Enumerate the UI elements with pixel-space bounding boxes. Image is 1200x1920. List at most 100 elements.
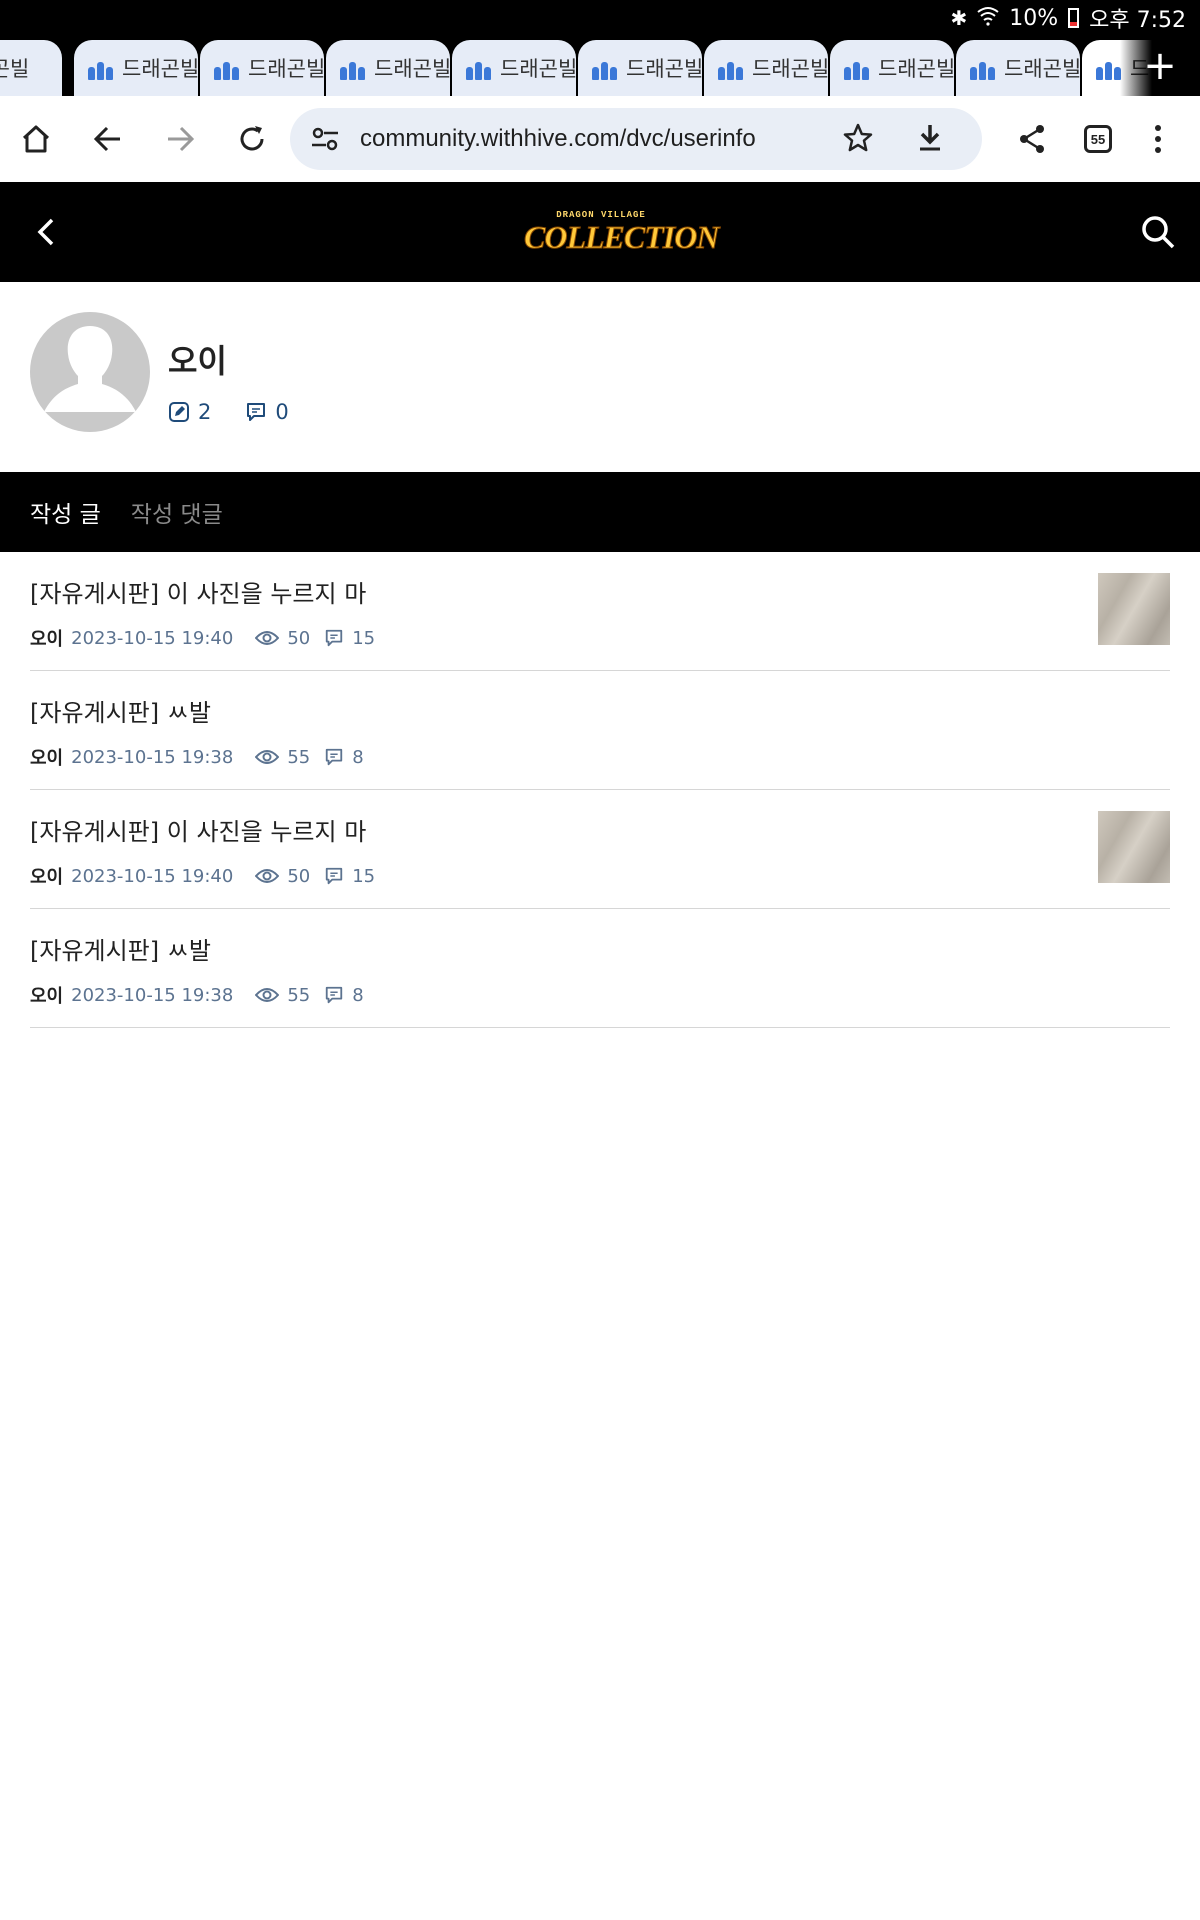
default-user-icon bbox=[44, 326, 136, 412]
tab-label: 드래곤빌 bbox=[374, 57, 450, 81]
arrow-right-icon bbox=[168, 126, 195, 152]
post-meta: 오이 2023-10-15 19:38 55 8 bbox=[30, 744, 378, 770]
browser-tab[interactable]: 드래곤빌 bbox=[326, 40, 450, 96]
bookmark-star-icon[interactable] bbox=[842, 122, 874, 158]
comment-icon bbox=[326, 629, 343, 647]
browser-toolbar: community.withhive.com/dvc/userinfo 55 bbox=[0, 96, 1200, 182]
battery-percent: 10% bbox=[1009, 5, 1059, 31]
forward-button[interactable] bbox=[150, 96, 210, 182]
home-button[interactable] bbox=[6, 96, 66, 182]
eye-icon bbox=[255, 869, 280, 883]
post-title[interactable]: [자유게시판] 이 사진을 누르지 마 bbox=[30, 812, 366, 847]
back-button[interactable] bbox=[26, 212, 66, 252]
post-date: 2023-10-15 19:38 bbox=[71, 984, 234, 1006]
post-item[interactable]: [자유게시판] 이 사진을 누르지 마 오이 2023-10-15 19:40 … bbox=[30, 790, 1170, 909]
browser-tab[interactable]: 드래곤빌 bbox=[0, 40, 62, 96]
profile-section: 오이 2 0 bbox=[0, 282, 1200, 472]
address-bar[interactable]: community.withhive.com/dvc/userinfo bbox=[290, 108, 982, 170]
site-favicon-icon bbox=[88, 56, 114, 80]
edit-post-icon bbox=[169, 402, 189, 422]
chevron-left-icon bbox=[37, 218, 54, 246]
post-count: 2 bbox=[198, 400, 212, 424]
back-button[interactable] bbox=[78, 96, 138, 182]
post-author: 오이 bbox=[30, 748, 64, 769]
download-icon[interactable] bbox=[914, 122, 946, 158]
browser-tab[interactable]: 드래곤빌 bbox=[830, 40, 954, 96]
comment-count: 8 bbox=[352, 984, 364, 1006]
comment-icon bbox=[247, 403, 266, 421]
site-settings-icon[interactable] bbox=[310, 126, 340, 152]
post-meta: 오이 2023-10-15 19:38 55 8 bbox=[30, 982, 378, 1008]
reload-button[interactable] bbox=[222, 96, 282, 182]
tab-label: 드래곤빌 bbox=[248, 57, 324, 81]
tab-comments[interactable]: 작성 댓글 bbox=[131, 495, 223, 529]
eye-icon bbox=[255, 988, 280, 1002]
tab-label: 드래곤빌 bbox=[1004, 57, 1080, 81]
post-item[interactable]: [자유게시판] ㅆ발 오이 2023-10-15 19:38 55 8 bbox=[30, 671, 1170, 790]
reload-icon bbox=[240, 126, 264, 151]
plus-icon: + bbox=[1143, 43, 1177, 89]
bluetooth-icon: ✱ bbox=[950, 6, 968, 30]
comment-icon bbox=[326, 986, 343, 1004]
profile-stats: 2 0 bbox=[168, 400, 315, 424]
post-author: 오이 bbox=[30, 986, 64, 1007]
comment-icon bbox=[326, 867, 343, 885]
post-meta: 오이 2023-10-15 19:40 50 15 bbox=[30, 625, 389, 651]
post-meta: 오이 2023-10-15 19:40 50 15 bbox=[30, 863, 389, 889]
browser-tab[interactable]: 드래곤빌 bbox=[452, 40, 576, 96]
view-count: 55 bbox=[287, 746, 311, 768]
comment-count: 0 bbox=[275, 400, 289, 424]
comment-count: 15 bbox=[352, 865, 376, 887]
tab-label: 드래곤빌 bbox=[626, 57, 702, 81]
site-logo[interactable]: DRAGON VILLAGE COLLECTION bbox=[524, 210, 720, 260]
browser-tab[interactable]: 드래곤빌 bbox=[704, 40, 828, 96]
post-item[interactable]: [자유게시판] ㅆ발 오이 2023-10-15 19:38 55 8 bbox=[30, 909, 1170, 1028]
avatar bbox=[30, 312, 150, 432]
comment-count: 8 bbox=[352, 746, 364, 768]
eye-icon bbox=[255, 631, 280, 645]
site-favicon-icon bbox=[340, 56, 366, 80]
tab-label: 드래곤빌 bbox=[878, 57, 954, 81]
browser-tab[interactable]: 드래곤빌 bbox=[956, 40, 1080, 96]
post-list: [자유게시판] 이 사진을 누르지 마 오이 2023-10-15 19:40 … bbox=[30, 552, 1170, 1028]
post-title[interactable]: [자유게시판] ㅆ발 bbox=[30, 693, 211, 728]
wifi-icon bbox=[977, 6, 999, 31]
view-count: 50 bbox=[287, 627, 311, 649]
battery-icon bbox=[1068, 8, 1080, 28]
browser-tab-strip: 드래곤빌 드래곤빌 드래곤빌 드래곤빌 드래곤빌 드래곤빌 드래곤빌 드래곤빌 … bbox=[0, 36, 1200, 96]
view-count: 50 bbox=[287, 865, 311, 887]
status-bar: ✱ 10% 오후 7:52 bbox=[0, 0, 1200, 36]
post-title[interactable]: [자유게시판] ㅆ발 bbox=[30, 931, 211, 966]
browser-tab[interactable]: 드래곤빌 bbox=[200, 40, 324, 96]
browser-tab[interactable]: 드래곤빌 bbox=[74, 40, 198, 96]
post-date: 2023-10-15 19:40 bbox=[71, 627, 234, 649]
new-tab-button[interactable]: + bbox=[1120, 36, 1200, 96]
search-button[interactable] bbox=[1136, 210, 1180, 254]
menu-button[interactable] bbox=[1128, 96, 1188, 182]
site-header: DRAGON VILLAGE COLLECTION bbox=[0, 182, 1200, 282]
home-icon bbox=[22, 125, 50, 153]
site-favicon-icon bbox=[970, 56, 996, 80]
search-icon bbox=[1142, 216, 1175, 249]
site-favicon-icon bbox=[592, 56, 618, 80]
eye-icon bbox=[255, 750, 280, 764]
tab-switcher-button[interactable]: 55 bbox=[1068, 96, 1128, 182]
tab-posts[interactable]: 작성 글 bbox=[30, 495, 101, 529]
post-item[interactable]: [자유게시판] 이 사진을 누르지 마 오이 2023-10-15 19:40 … bbox=[30, 552, 1170, 671]
site-favicon-icon bbox=[844, 56, 870, 80]
post-title[interactable]: [자유게시판] 이 사진을 누르지 마 bbox=[30, 574, 366, 609]
content-tabs: 작성 글 작성 댓글 bbox=[0, 472, 1200, 552]
clock: 오후 7:52 bbox=[1089, 8, 1186, 33]
post-thumbnail[interactable] bbox=[1098, 811, 1170, 883]
view-count: 55 bbox=[287, 984, 311, 1006]
browser-tab[interactable]: 드래곤빌 bbox=[578, 40, 702, 96]
post-author: 오이 bbox=[30, 867, 64, 888]
tab-label: 드래곤빌 bbox=[0, 57, 30, 81]
post-author: 오이 bbox=[30, 629, 64, 650]
share-button[interactable] bbox=[1002, 96, 1062, 182]
share-icon bbox=[1020, 125, 1044, 153]
post-thumbnail[interactable] bbox=[1098, 573, 1170, 645]
tab-label: 드래곤빌 bbox=[752, 57, 828, 81]
arrow-left-icon bbox=[93, 126, 120, 152]
tab-label: 드래곤빌 bbox=[500, 57, 576, 81]
